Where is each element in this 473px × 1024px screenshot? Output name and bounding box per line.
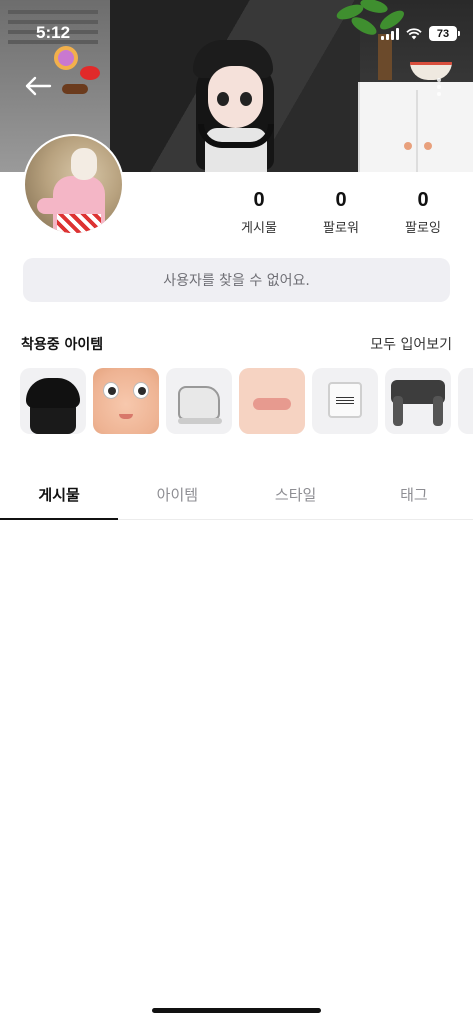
wifi-icon	[406, 27, 422, 39]
profile-tabs: 게시물 아이템 스타일 태그	[0, 470, 473, 520]
home-indicator[interactable]	[152, 1008, 321, 1013]
cellular-signal-icon	[381, 27, 399, 40]
battery-icon: 73	[429, 26, 460, 41]
try-on-all-button[interactable]: 모두 입어보기	[370, 334, 452, 354]
tab-posts[interactable]: 게시물	[0, 470, 119, 520]
profile-stats: 0 게시물 0 팔로워 0 팔로잉	[218, 188, 464, 236]
back-button[interactable]	[22, 70, 54, 102]
tab-items[interactable]: 아이템	[118, 470, 236, 519]
tab-tags[interactable]: 태그	[355, 470, 473, 519]
stat-posts-count: 0	[253, 189, 265, 211]
stat-posts[interactable]: 0 게시물	[218, 188, 300, 236]
battery-level: 73	[436, 27, 450, 40]
stat-followers[interactable]: 0 팔로워	[300, 188, 382, 236]
worn-item-lips[interactable]	[239, 368, 305, 434]
worn-item-jacket[interactable]	[385, 368, 451, 434]
worn-item-partial[interactable]	[458, 368, 473, 434]
dog-sticker	[62, 84, 88, 94]
stat-posts-label: 게시물	[241, 221, 277, 236]
worn-items-list	[20, 368, 473, 434]
stat-following-count: 0	[417, 189, 429, 211]
worn-item-beret-hair[interactable]	[20, 368, 86, 434]
stat-followers-count: 0	[335, 189, 347, 211]
tab-style[interactable]: 스타일	[237, 470, 355, 519]
cabinet-decoration	[358, 82, 473, 172]
lips-sticker	[80, 66, 100, 80]
bowl-decoration	[410, 62, 452, 80]
more-vertical-icon	[435, 78, 443, 96]
worn-items-title: 착용중 아이템	[21, 337, 104, 353]
user-not-found-notice: 사용자를 찾을 수 없어요.	[23, 258, 450, 302]
crop-top-graphic	[328, 382, 362, 418]
more-button[interactable]	[435, 78, 443, 98]
worn-item-crop-top[interactable]	[312, 368, 378, 434]
stat-following[interactable]: 0 팔로잉	[382, 188, 464, 236]
status-time: 5:12	[36, 23, 71, 42]
worn-item-sneakers[interactable]	[166, 368, 232, 434]
stat-following-label: 팔로잉	[405, 221, 441, 236]
stat-followers-label: 팔로워	[323, 221, 359, 236]
worn-item-face[interactable]	[93, 368, 159, 434]
donut-sticker	[54, 46, 78, 70]
profile-avatar[interactable]	[23, 134, 124, 235]
arrow-left-icon	[25, 76, 52, 96]
status-icons: 73	[381, 26, 460, 41]
